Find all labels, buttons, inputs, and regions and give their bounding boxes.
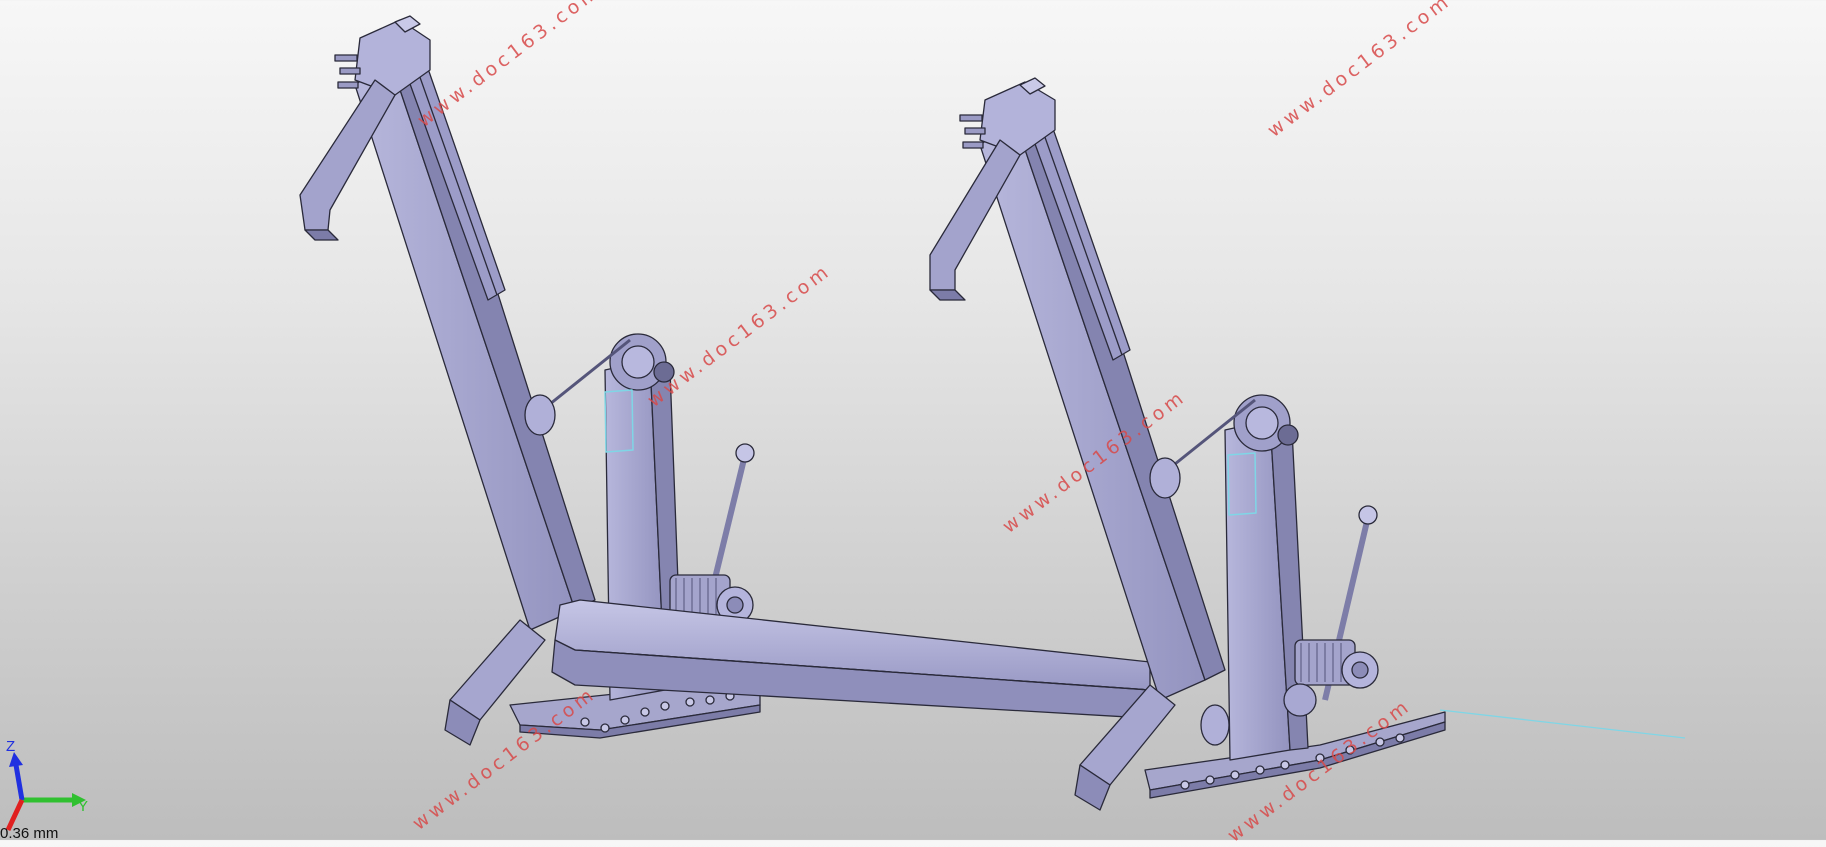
3d-viewport[interactable]: www.doc163.com www.doc163.com www.doc163… [0, 0, 1826, 847]
z-axis-label: Z [6, 738, 15, 755]
scale-readout: 0.36 mm [0, 825, 59, 842]
cad-model[interactable] [0, 0, 1826, 840]
y-axis-label: Y [78, 798, 88, 815]
